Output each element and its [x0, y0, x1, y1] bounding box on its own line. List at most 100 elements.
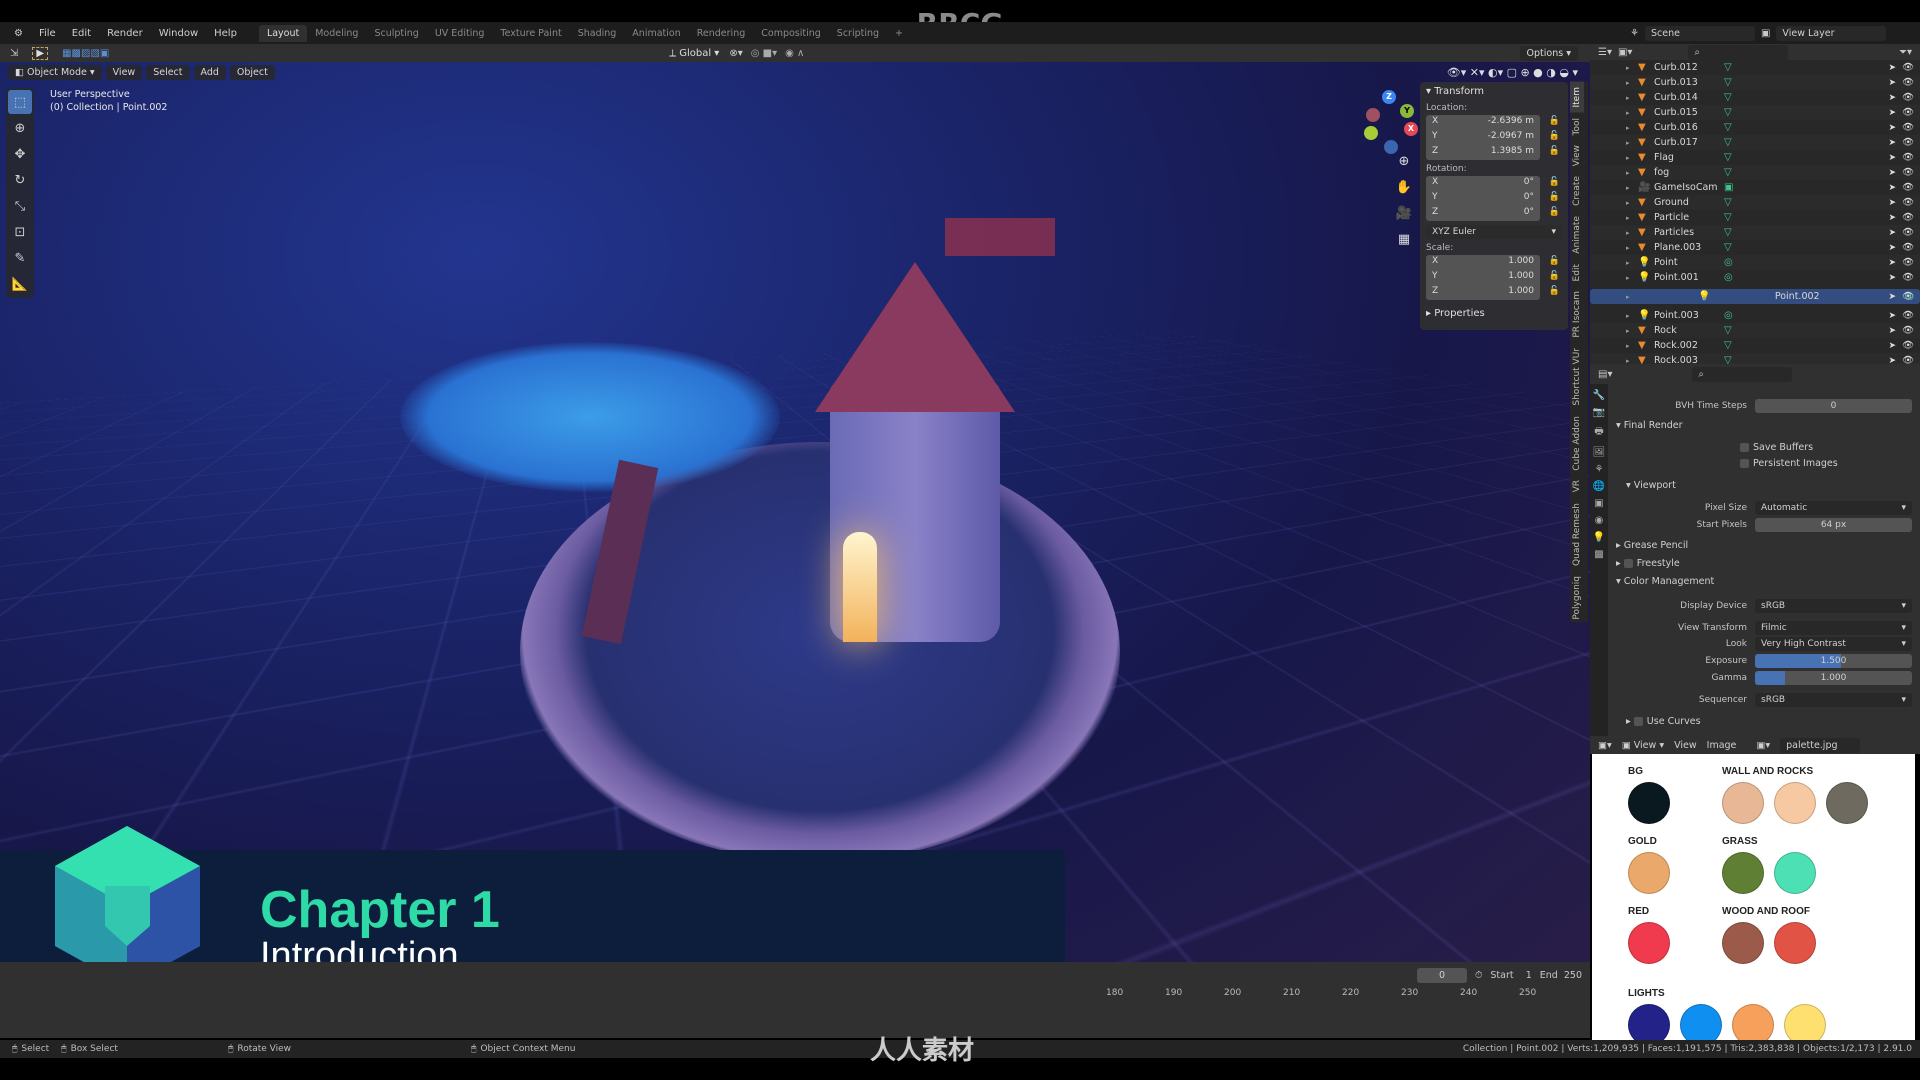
viewport-menu-select[interactable]: Select: [146, 64, 190, 80]
mesh-data-icon[interactable]: ▽: [1724, 212, 1732, 223]
mesh-data-icon[interactable]: ▽: [1724, 340, 1732, 351]
location-y-field[interactable]: Y -2.0967 m 🔓: [1426, 130, 1560, 145]
object-mode-dropdown[interactable]: ◧ Object Mode ▾: [8, 64, 102, 80]
visibility-eye-icon[interactable]: 👁: [1902, 197, 1914, 208]
selectable-icon[interactable]: ➤: [1888, 243, 1896, 253]
select-tool-icon[interactable]: ▶: [32, 46, 49, 60]
visibility-eye-icon[interactable]: 👁: [1902, 167, 1914, 178]
options-dropdown[interactable]: Options ▾: [1519, 45, 1578, 61]
tool-tab-icon[interactable]: 🔧: [1593, 390, 1605, 401]
use-curves-checkbox[interactable]: ▸ Use Curves: [1626, 716, 1701, 727]
physics-tab-icon[interactable]: ◉: [1595, 515, 1604, 526]
exposure-slider[interactable]: 1.500: [1755, 654, 1912, 668]
sequencer-dropdown[interactable]: sRGB ▾: [1755, 693, 1912, 707]
mesh-data-icon[interactable]: ▽: [1724, 197, 1732, 208]
bvh-time-steps-field[interactable]: 0: [1755, 399, 1912, 413]
expand-icon[interactable]: ▸: [1626, 214, 1638, 222]
select-box-tool-icon[interactable]: ⬚: [8, 90, 32, 114]
expand-icon[interactable]: ▸: [1626, 259, 1638, 267]
selectable-icon[interactable]: ➤: [1888, 108, 1896, 118]
outliner-item[interactable]: ▸ ▼ Curb.014 ▽ ➤ 👁: [1590, 90, 1920, 105]
start-pixels-field[interactable]: 64 px: [1755, 518, 1912, 532]
grease-pencil-section[interactable]: ▸ Grease Pencil: [1616, 540, 1688, 551]
light-data-icon[interactable]: ◎: [1724, 272, 1733, 283]
mesh-data-icon[interactable]: ▽: [1724, 77, 1732, 88]
viewport-section[interactable]: ▾ Viewport: [1626, 480, 1676, 491]
texture-tab-icon[interactable]: ▩: [1594, 549, 1603, 560]
outliner-item[interactable]: ▸ ▼ Particle ▽ ➤ 👁: [1590, 210, 1920, 225]
expand-icon[interactable]: ▸: [1626, 64, 1638, 72]
visibility-eye-icon[interactable]: 👁: [1902, 310, 1914, 321]
expand-icon[interactable]: ▸: [1626, 184, 1638, 192]
tab-texture-paint[interactable]: Texture Paint: [492, 25, 569, 42]
outliner-item[interactable]: ▸ 💡 Point.003 ◎ ➤ 👁: [1590, 308, 1920, 323]
tab-layout[interactable]: Layout: [258, 24, 308, 42]
visibility-eye-icon[interactable]: 👁: [1902, 212, 1914, 223]
gizmo-x-axis[interactable]: X: [1404, 122, 1418, 136]
visibility-eye-icon[interactable]: 👁: [1902, 62, 1914, 73]
outliner-item[interactable]: ▸ 💡 Point ◎ ➤ 👁: [1590, 255, 1920, 270]
lock-icon[interactable]: 🔓: [1549, 271, 1560, 281]
outliner-item[interactable]: ▸ 🎥 GameIsoCam ▣ ➤ 👁: [1590, 180, 1920, 195]
transform-mode-icon[interactable]: ⇲: [10, 48, 18, 59]
pivot-icon[interactable]: ⊗▾: [729, 48, 742, 59]
outliner-item[interactable]: ▸ ▼ Curb.015 ▽ ➤ 👁: [1590, 105, 1920, 120]
stopwatch-icon[interactable]: ⏱: [1475, 970, 1482, 981]
visibility-eye-icon[interactable]: 👁: [1902, 242, 1914, 253]
sidebar-tab-polygoniq[interactable]: Polygoniq: [1570, 571, 1584, 625]
lock-icon[interactable]: 🔓: [1549, 146, 1560, 156]
mesh-data-icon[interactable]: ▽: [1724, 227, 1732, 238]
expand-icon[interactable]: ▸: [1626, 139, 1638, 147]
tab-sculpting[interactable]: Sculpting: [366, 25, 426, 42]
visibility-eye-icon[interactable]: 👁: [1902, 122, 1914, 133]
transform-tool-icon[interactable]: ⊡: [8, 220, 32, 244]
rotation-z-field[interactable]: Z 0° 🔓: [1426, 206, 1560, 221]
move-tool-icon[interactable]: ✥: [8, 142, 32, 166]
object-tab-icon[interactable]: ▣: [1594, 498, 1603, 509]
sidebar-tab-create[interactable]: Create: [1570, 171, 1584, 211]
expand-icon[interactable]: ▸: [1626, 94, 1638, 102]
annotate-tool-icon[interactable]: ✎: [8, 246, 32, 270]
pixel-size-dropdown[interactable]: Automatic ▾: [1755, 501, 1912, 515]
outliner-item[interactable]: ▸ ▼ Particles ▽ ➤ 👁: [1590, 225, 1920, 240]
mesh-data-icon[interactable]: ▽: [1724, 167, 1732, 178]
outliner-item[interactable]: ▸ 💡 Point.002 ◎ ➤ 👁: [1590, 289, 1920, 304]
viewport-menu-add[interactable]: Add: [193, 64, 226, 80]
final-render-section[interactable]: ▾ Final Render: [1616, 420, 1683, 431]
sidebar-tab-cube-addon[interactable]: Cube Addon: [1570, 411, 1584, 476]
sidebar-tab-edit[interactable]: Edit: [1570, 259, 1584, 286]
outliner-item[interactable]: ▸ 💡 Point.001 ◎ ➤ 👁: [1590, 270, 1920, 285]
visibility-eye-icon[interactable]: 👁: [1902, 77, 1914, 88]
snap-icon[interactable]: ◎ ■▾: [751, 48, 777, 59]
menu-help[interactable]: Help: [206, 28, 245, 39]
menu-window[interactable]: Window: [151, 28, 206, 39]
mesh-data-icon[interactable]: ▽: [1724, 137, 1732, 148]
outliner-item[interactable]: ▸ ▼ Curb.012 ▽ ➤ 👁: [1590, 60, 1920, 75]
view-layer-field[interactable]: View Layer: [1776, 25, 1887, 41]
sidebar-tab-shortcut-vur[interactable]: Shortcut VUr: [1570, 343, 1584, 411]
proportional-edit-icon[interactable]: ◉ ∧: [785, 48, 804, 59]
mesh-data-icon[interactable]: ▽: [1724, 107, 1732, 118]
mesh-data-icon[interactable]: ▽: [1724, 242, 1732, 253]
selectable-icon[interactable]: ➤: [1888, 311, 1896, 321]
filter-icon[interactable]: ⏷▾: [1899, 47, 1912, 58]
sidebar-tab-quad-remesh[interactable]: Quad Remesh: [1570, 498, 1584, 571]
gizmo-neg-y-axis[interactable]: [1364, 126, 1378, 140]
expand-icon[interactable]: ▸: [1626, 124, 1638, 132]
selectable-icon[interactable]: ➤: [1888, 273, 1896, 283]
start-frame-field[interactable]: Start 1: [1490, 970, 1531, 981]
gizmo-z-axis[interactable]: Z: [1382, 90, 1396, 104]
freestyle-section[interactable]: ▸ Freestyle: [1616, 558, 1680, 569]
visibility-eye-icon[interactable]: 👁: [1902, 325, 1914, 336]
ortho-toggle-icon[interactable]: ▦: [1394, 232, 1414, 252]
shading-buttons[interactable]: 👁▾ ✕▾ ◐▾ ▢ ⊕ ● ◑ ◒ ▾: [1447, 66, 1578, 79]
mesh-data-icon[interactable]: ▽: [1724, 152, 1732, 163]
visibility-eye-icon[interactable]: 👁: [1902, 257, 1914, 268]
properties-subpanel[interactable]: ▸ Properties: [1426, 308, 1562, 319]
scale-tool-icon[interactable]: ⤡: [8, 194, 32, 218]
selectable-icon[interactable]: ➤: [1888, 228, 1896, 238]
selectable-icon[interactable]: ➤: [1888, 258, 1896, 268]
expand-icon[interactable]: ▸: [1626, 154, 1638, 162]
blender-logo-icon[interactable]: ⚙: [6, 28, 31, 39]
lock-icon[interactable]: 🔓: [1549, 207, 1560, 217]
